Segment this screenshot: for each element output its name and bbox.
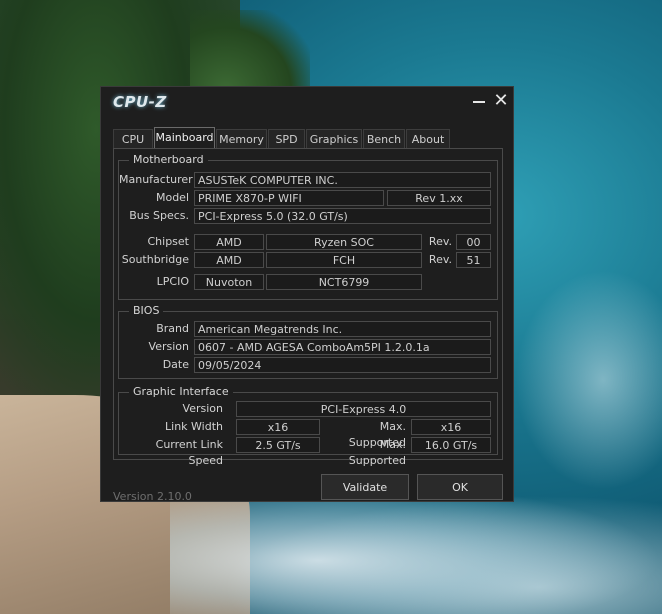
chipset-rev-label: Rev.: [428, 235, 452, 248]
bios-date-label: Date: [162, 358, 189, 371]
southbridge-vendor: AMD: [194, 252, 264, 268]
southbridge-rev-label: Rev.: [428, 253, 452, 266]
desktop-wave-foam-right: [515, 270, 662, 490]
title-bar[interactable]: CPU-Z ✕: [101, 87, 513, 117]
max-link-width-value: x16: [411, 419, 491, 435]
validate-button[interactable]: Validate: [321, 474, 409, 500]
tab-mainboard[interactable]: Mainboard: [154, 127, 215, 148]
chipset-vendor: AMD: [194, 234, 264, 250]
gi-version-value: PCI-Express 4.0: [236, 401, 491, 417]
bios-version-value: 0607 - AMD AGESA ComboAm5PI 1.2.0.1a: [194, 339, 491, 355]
tab-cpu[interactable]: CPU: [113, 129, 153, 148]
graphic-interface-legend: Graphic Interface: [129, 385, 233, 398]
lpcio-label: LPCIO: [156, 275, 189, 288]
bus-specs-label: Bus Specs.: [129, 209, 189, 222]
motherboard-group: Motherboard Manufacturer ASUSTeK COMPUTE…: [118, 153, 498, 300]
manufacturer-value: ASUSTeK COMPUTER INC.: [194, 172, 491, 188]
app-title: CPU-Z: [113, 93, 167, 111]
minimize-icon[interactable]: [471, 95, 487, 109]
southbridge-rev-value: 51: [456, 252, 491, 268]
tab-graphics[interactable]: Graphics: [306, 129, 362, 148]
graphic-interface-group: Graphic Interface Version PCI-Express 4.…: [118, 385, 498, 467]
bios-brand-value: American Megatrends Inc.: [194, 321, 491, 337]
manufacturer-label: Manufacturer: [119, 173, 193, 186]
bios-brand-label: Brand: [156, 322, 189, 335]
tab-spd[interactable]: SPD: [268, 129, 305, 148]
link-width-value: x16: [236, 419, 320, 435]
tab-memory[interactable]: Memory: [216, 129, 267, 148]
motherboard-legend: Motherboard: [129, 153, 208, 166]
chipset-label: Chipset: [147, 235, 189, 248]
link-speed-label: Current Link Speed: [155, 438, 223, 467]
gi-version-label: Version: [182, 402, 223, 415]
link-width-label: Link Width: [165, 420, 223, 433]
southbridge-model: FCH: [266, 252, 422, 268]
lpcio-vendor: Nuvoton: [194, 274, 264, 290]
chipset-model: Ryzen SOC: [266, 234, 422, 250]
model-revision: Rev 1.xx: [387, 190, 491, 206]
link-speed-value: 2.5 GT/s: [236, 437, 320, 453]
bios-group: BIOS Brand American Megatrends Inc. Vers…: [118, 304, 498, 379]
mainboard-panel: Motherboard Manufacturer ASUSTeK COMPUTE…: [113, 148, 503, 467]
tab-bench[interactable]: Bench: [363, 129, 405, 148]
bus-specs-value: PCI-Express 5.0 (32.0 GT/s): [194, 208, 491, 224]
close-icon[interactable]: ✕: [493, 91, 509, 111]
max-link-speed-label: Max. Supported: [348, 438, 406, 467]
model-label: Model: [155, 191, 189, 204]
version-text: Version 2.10.0: [113, 490, 192, 503]
lpcio-model: NCT6799: [266, 274, 422, 290]
bios-legend: BIOS: [129, 304, 164, 317]
ok-button[interactable]: OK: [417, 474, 503, 500]
chipset-rev-value: 00: [456, 234, 491, 250]
model-value: PRIME X870-P WIFI: [194, 190, 384, 206]
cpuz-window: CPU-Z ✕ CPU Mainboard Memory SPD Graphic…: [100, 86, 514, 503]
tab-about[interactable]: About: [406, 129, 450, 148]
southbridge-label: Southbridge: [121, 253, 189, 266]
max-link-width-label: Max. Supported: [348, 420, 406, 449]
bios-date-value: 09/05/2024: [194, 357, 491, 373]
max-link-speed-value: 16.0 GT/s: [411, 437, 491, 453]
bios-version-label: Version: [148, 340, 189, 353]
